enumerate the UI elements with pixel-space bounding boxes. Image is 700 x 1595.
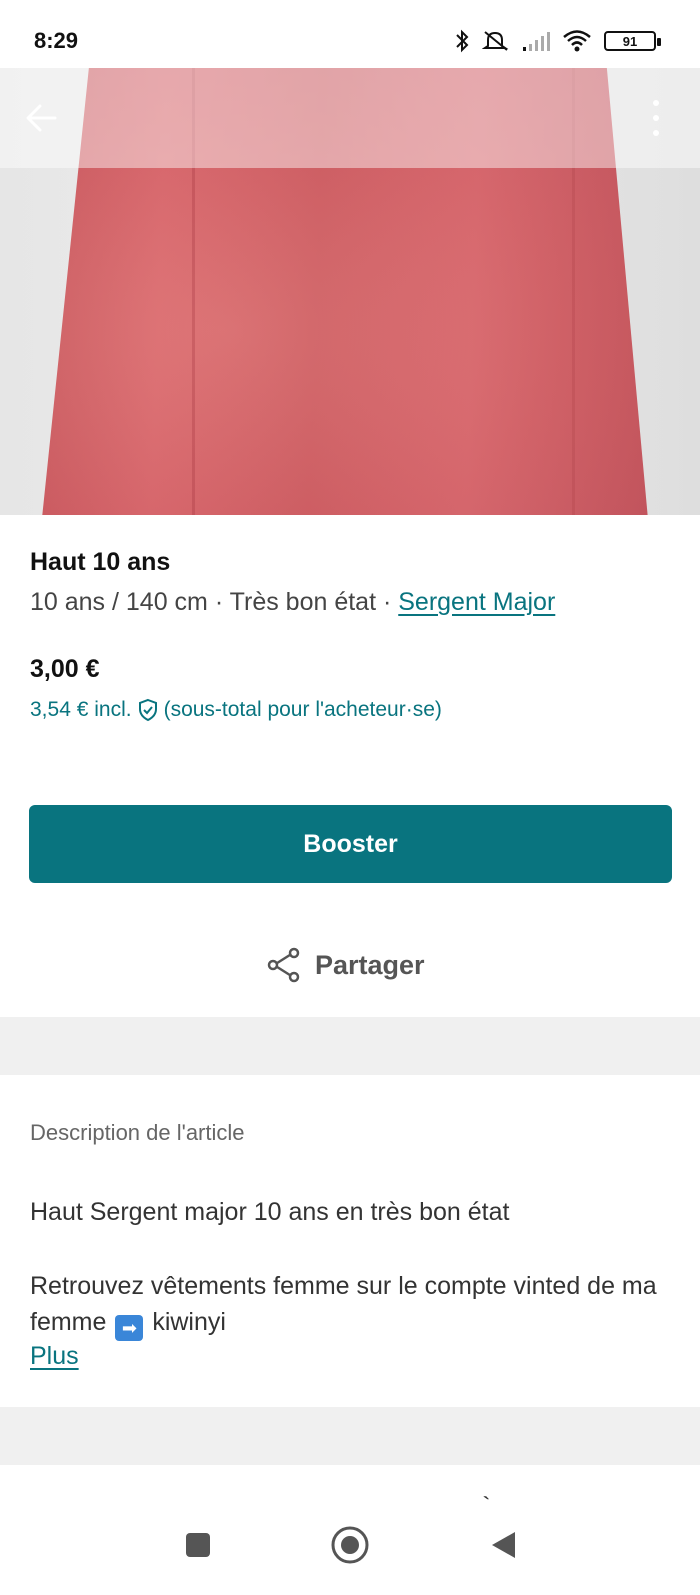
recents-button[interactable] xyxy=(173,1520,223,1570)
item-meta-text: 10 ans / 140 cm · Très bon état · xyxy=(30,588,399,616)
buyer-price[interactable]: 3,54 € incl. (sous-total pour l'acheteur… xyxy=(30,698,442,722)
signal-icon xyxy=(523,32,550,51)
photo-top-overlay xyxy=(0,68,700,168)
description-label: Description de l'article xyxy=(30,1120,245,1145)
back-button[interactable] xyxy=(22,98,62,138)
shield-check-icon xyxy=(138,698,157,722)
section-divider xyxy=(0,1017,700,1075)
triangle-back-icon xyxy=(492,1532,515,1558)
description-line2: Retrouvez vêtements femme sur le compte … xyxy=(30,1268,670,1341)
section-divider xyxy=(0,1407,700,1465)
description-username: kiwinyi xyxy=(152,1308,226,1336)
item-title: Haut 10 ans xyxy=(30,548,171,576)
item-photo[interactable] xyxy=(0,68,700,515)
booster-button[interactable]: Booster xyxy=(29,805,672,883)
wifi-icon xyxy=(563,30,591,52)
item-price: 3,00 € xyxy=(30,655,100,683)
home-button[interactable] xyxy=(325,1520,375,1570)
more-vertical-icon[interactable] xyxy=(646,96,666,140)
status-bar: 8:29 91 xyxy=(0,0,700,68)
back-nav-button[interactable] xyxy=(478,1520,528,1570)
status-icons: 91 xyxy=(454,26,661,56)
system-nav-bar xyxy=(0,1500,700,1595)
item-info: Haut 10 ans 10 ans / 140 cm · Très bon é… xyxy=(30,545,670,619)
home-circle-icon xyxy=(331,1526,369,1564)
description-line1: Haut Sergent major 10 ans en très bon ét… xyxy=(30,1198,510,1226)
item-screen: 8:29 91 Haut 10 ans 10 ans / 140 cm · Tr… xyxy=(0,0,700,1595)
bluetooth-icon xyxy=(456,29,469,53)
share-button[interactable]: Partager xyxy=(265,945,425,985)
mute-icon xyxy=(482,31,509,51)
share-icon xyxy=(267,947,300,983)
buyer-price-value: 3,54 € incl. xyxy=(30,698,132,721)
arrow-right-icon: ➡ xyxy=(115,1315,144,1341)
share-label: Partager xyxy=(315,949,425,980)
brand-link[interactable]: Sergent Major xyxy=(398,588,555,616)
status-time: 8:29 xyxy=(34,28,79,53)
battery-level: 91 xyxy=(622,33,638,49)
arrow-left-icon xyxy=(26,104,57,132)
battery-icon: 91 xyxy=(604,31,661,51)
item-meta: 10 ans / 140 cm · Très bon état · Sergen… xyxy=(30,585,670,619)
buyer-price-note: (sous-total pour l'acheteur·se) xyxy=(163,698,442,721)
square-icon xyxy=(186,1533,210,1557)
more-link[interactable]: Plus xyxy=(30,1342,79,1371)
